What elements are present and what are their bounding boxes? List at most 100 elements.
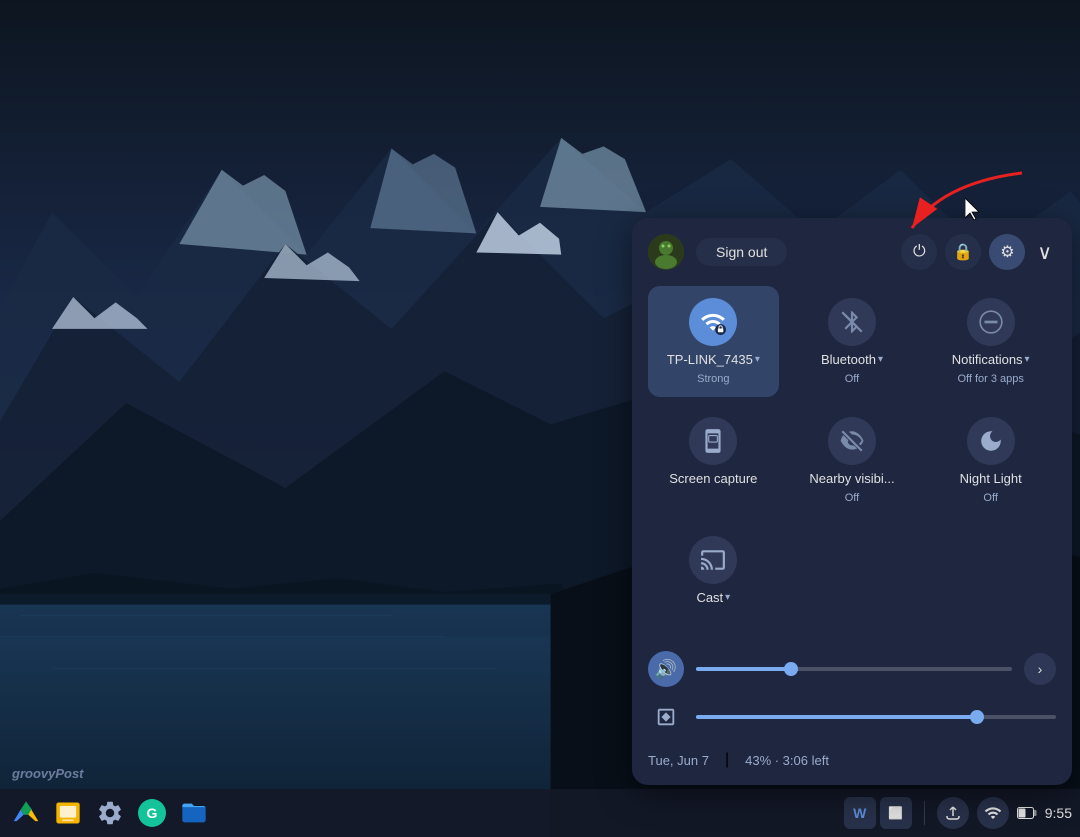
taskbar-files[interactable]	[176, 795, 212, 831]
battery-icon	[1017, 807, 1037, 819]
cast-tile[interactable]: Cast ▾	[648, 524, 779, 635]
brightness-fill	[696, 715, 977, 719]
separator: |	[725, 751, 729, 769]
lock-icon: 🔒	[953, 242, 973, 262]
volume-icon: 🔊	[655, 659, 677, 680]
night-light-icon	[978, 428, 1004, 454]
wifi-icon-circle	[689, 298, 737, 346]
cast-arrow: ▾	[725, 592, 730, 603]
google-slides-icon	[54, 799, 82, 827]
wifi-tile[interactable]: TP-LINK_7435 ▾ Strong	[648, 286, 779, 397]
taskbar-battery	[1017, 807, 1037, 819]
volume-slider-row: 🔊 ›	[648, 651, 1056, 687]
screen-capture-tile[interactable]: Screen capture	[648, 405, 779, 516]
night-light-tile[interactable]: Night Light Off	[925, 405, 1056, 516]
chevron-button[interactable]: ∨	[1033, 236, 1056, 269]
taskbar-google-drive[interactable]	[8, 795, 44, 831]
bluetooth-icon	[839, 309, 865, 335]
expand-icon: ›	[1038, 661, 1043, 677]
upload-svg-icon	[944, 804, 962, 822]
bluetooth-label: Bluetooth ▾	[821, 352, 883, 367]
taskbar-grammarly[interactable]: G	[134, 795, 170, 831]
bluetooth-label-text: Bluetooth ▾	[821, 352, 883, 367]
tiles-row3: Cast ▾	[648, 524, 1056, 635]
notifications-label-text: Notifications ▾	[952, 352, 1030, 367]
nearby-visibility-tile[interactable]: Nearby visibi... Off	[787, 405, 918, 516]
taskbar-settings-icon	[96, 799, 124, 827]
taskbar-wifi-icon[interactable]	[977, 797, 1009, 829]
tiles-row1: TP-LINK_7435 ▾ Strong Bluet	[648, 286, 1056, 397]
taskbar-upload-icon[interactable]	[937, 797, 969, 829]
volume-track[interactable]	[696, 667, 1012, 671]
notifications-icon	[978, 309, 1004, 335]
night-light-label: Night Light	[960, 471, 1022, 486]
sliders-section: 🔊 ›	[648, 651, 1056, 735]
cast-sublabel	[712, 611, 715, 623]
taskbar-settings[interactable]	[92, 795, 128, 831]
lock-button[interactable]: 🔒	[945, 234, 981, 270]
taskbar-left: G	[8, 795, 212, 831]
taskbar: G W ⬜	[0, 789, 1080, 837]
desktop: groovyPost	[0, 0, 1080, 837]
avatar[interactable]	[648, 234, 684, 270]
taskbar-separator-1	[924, 801, 925, 825]
volume-thumb[interactable]	[784, 662, 798, 676]
wifi-label-text: TP-LINK_7435 ▾	[667, 352, 760, 367]
taskbar-word-area: W ⬜	[844, 797, 912, 829]
wifi-icon	[700, 309, 726, 335]
screen-capture-label: Screen capture	[669, 471, 757, 486]
notifications-label: Notifications ▾	[952, 352, 1030, 367]
taskbar-wifi-svg-icon	[984, 804, 1002, 822]
sign-out-button[interactable]: Sign out	[696, 238, 787, 266]
empty-tile-2	[925, 524, 1056, 635]
brightness-slider-row	[648, 699, 1056, 735]
bluetooth-icon-circle	[828, 298, 876, 346]
cast-label: Cast ▾	[696, 590, 730, 605]
volume-expand-button[interactable]: ›	[1024, 653, 1056, 685]
bottom-row: Tue, Jun 7 | 43% · 3:06 left	[648, 747, 1056, 769]
quick-settings-panel: Sign out ⏻ 🔒 ⚙ ∨	[632, 218, 1072, 785]
battery-display: 43% · 3:06 left	[745, 753, 829, 768]
date-display: Tue, Jun 7	[648, 753, 709, 768]
power-icon: ⏻	[913, 243, 926, 261]
notifications-sublabel: Off for 3 apps	[957, 373, 1023, 385]
cast-icon	[700, 547, 726, 573]
taskbar-window-icon[interactable]: ⬜	[880, 797, 912, 829]
files-icon	[180, 799, 208, 827]
google-drive-icon	[12, 799, 40, 827]
wifi-sublabel: Strong	[697, 373, 729, 385]
taskbar-google-slides[interactable]	[50, 795, 86, 831]
bluetooth-sublabel: Off	[845, 373, 859, 385]
night-light-sublabel: Off	[983, 492, 997, 504]
tiles-row2: Screen capture Nearby visibi... Off	[648, 405, 1056, 516]
bluetooth-tile[interactable]: Bluetooth ▾ Off	[787, 286, 918, 397]
brightness-track[interactable]	[696, 715, 1056, 719]
time-display[interactable]: 9:55	[1045, 805, 1072, 821]
header-icons: ⏻ 🔒 ⚙ ∨	[901, 234, 1056, 270]
volume-button[interactable]: 🔊	[648, 651, 684, 687]
taskbar-word-icon[interactable]: W	[844, 797, 876, 829]
brightness-icon	[648, 699, 684, 735]
notifications-arrow: ▾	[1025, 354, 1030, 365]
chevron-down-icon: ∨	[1037, 242, 1052, 264]
night-light-icon-circle	[967, 417, 1015, 465]
empty-tile-1	[787, 524, 918, 635]
settings-icon: ⚙	[1000, 242, 1014, 262]
nearby-visibility-icon	[839, 428, 865, 454]
svg-text:G: G	[147, 805, 158, 821]
groovy-logo: groovyPost	[12, 766, 84, 781]
brightness-svg-icon	[655, 706, 677, 728]
brightness-thumb[interactable]	[970, 710, 984, 724]
screen-capture-icon	[700, 428, 726, 454]
settings-button[interactable]: ⚙	[989, 234, 1025, 270]
notifications-tile[interactable]: Notifications ▾ Off for 3 apps	[925, 286, 1056, 397]
cast-label-text: Cast ▾	[696, 590, 730, 605]
nearby-visibility-sublabel: Off	[845, 492, 859, 504]
power-button[interactable]: ⏻	[901, 234, 937, 270]
volume-fill	[696, 667, 791, 671]
nearby-visibility-label: Nearby visibi...	[809, 471, 894, 486]
bluetooth-arrow: ▾	[878, 354, 883, 365]
panel-header: Sign out ⏻ 🔒 ⚙ ∨	[648, 234, 1056, 270]
screen-capture-icon-circle	[689, 417, 737, 465]
wifi-arrow: ▾	[755, 354, 760, 365]
